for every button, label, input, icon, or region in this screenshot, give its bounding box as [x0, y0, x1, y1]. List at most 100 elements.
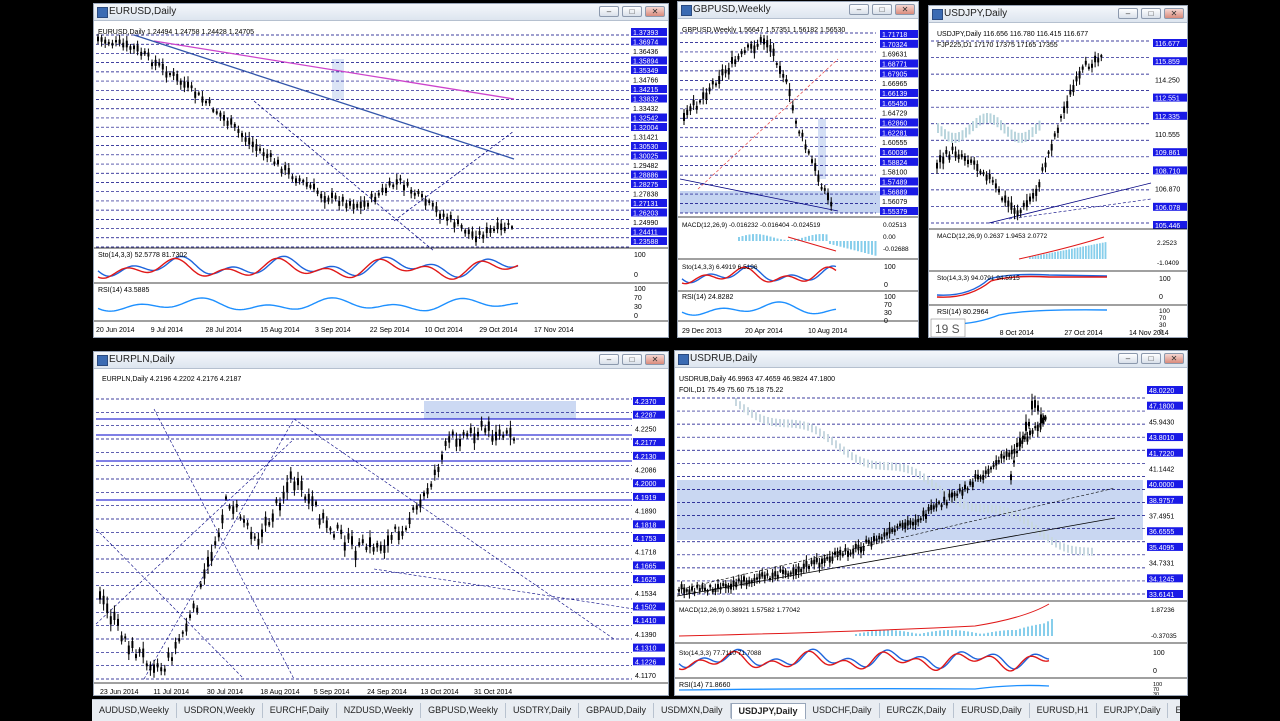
candle-body — [467, 229, 470, 235]
candle-body — [1097, 58, 1100, 63]
chart-area[interactable]: EURPLN,Daily 4.2196 4.2202 4.2176 4.2187… — [94, 369, 668, 695]
eurusd-chart-window[interactable]: EURUSD,Daily – □ ✕ EURUSD,Daily 1.24494 … — [93, 3, 669, 338]
macd-histogram-bar — [1015, 630, 1017, 636]
candle-body — [798, 131, 801, 134]
macd-histogram-bar — [995, 631, 997, 636]
price-label: 1.34215 — [633, 87, 658, 94]
price-label: 1.58100 — [882, 170, 907, 177]
chart-tab[interactable]: USDCHF,Daily — [806, 703, 880, 718]
chart-area[interactable]: USDRUB,Daily 46.9963 47.4659 46.9824 47.… — [675, 368, 1187, 695]
maximize-button[interactable]: □ — [622, 6, 642, 17]
close-button[interactable]: ✕ — [645, 354, 665, 365]
chart-tab[interactable]: E — [1168, 703, 1180, 718]
chart-icon — [678, 354, 689, 365]
chart-area[interactable]: EURUSD,Daily 1.24494 1.24758 1.24428 1.2… — [94, 21, 668, 337]
price-label: 1.34766 — [633, 78, 658, 85]
eurusd-chart[interactable]: EURUSD,Daily 1.24494 1.24758 1.24428 1.2… — [94, 21, 669, 338]
gbpusd-chart[interactable]: GBPUSD,Weekly 1.56647 1.57351 1.56182 1.… — [678, 19, 919, 338]
close-button[interactable]: ✕ — [895, 4, 915, 15]
chart-tab[interactable]: NZDUSD,Weekly — [337, 703, 422, 718]
overlay-candle — [891, 462, 893, 471]
candle-body — [334, 195, 337, 200]
price-label: 4.2177 — [635, 440, 657, 447]
chart-tab[interactable]: EURCHF,Daily — [263, 703, 337, 718]
chart-tab[interactable]: EURCZK,Daily — [880, 703, 955, 718]
chart-tab[interactable]: USDJPY,Daily — [730, 702, 806, 719]
window-titlebar[interactable]: USDRUB,Daily – □ ✕ — [675, 351, 1187, 368]
maximize-button[interactable]: □ — [1141, 353, 1161, 364]
macd-histogram-bar — [811, 235, 814, 241]
usdjpy-chart-window[interactable]: USDJPY,Daily – □ ✕ USDJPY,Daily 116.656 … — [928, 5, 1188, 338]
chart-tab[interactable]: GBPAUD,Daily — [579, 703, 654, 718]
chart-tab[interactable]: USDTRY,Daily — [506, 703, 580, 718]
candle-body — [893, 529, 896, 533]
candle-body — [785, 78, 788, 83]
candle-body — [226, 120, 229, 126]
close-button[interactable]: ✕ — [645, 6, 665, 17]
minimize-button[interactable]: – — [599, 6, 619, 17]
gbpusd-chart-window[interactable]: GBPUSD,Weekly – □ ✕ GBPUSD,Weekly 1.5664… — [677, 1, 919, 338]
candle-body — [171, 657, 173, 661]
chart-tab-bar[interactable]: AUDUSD,Weekly USDRON,Weekly EURCHF,Daily NZ… — [92, 699, 1180, 721]
chart-tab[interactable]: AUDUSD,Weekly — [92, 703, 177, 718]
maximize-button[interactable]: □ — [622, 354, 642, 365]
candle-body — [805, 560, 808, 567]
maximize-button[interactable]: □ — [1141, 8, 1161, 19]
chart-area[interactable]: USDJPY,Daily 116.656 116.780 116.415 116… — [929, 23, 1187, 337]
candle-body — [904, 522, 907, 529]
candle-body — [174, 641, 177, 649]
candle-body — [381, 187, 384, 193]
candle-body — [852, 548, 855, 554]
candle-body — [732, 580, 735, 587]
candle-body — [899, 523, 901, 527]
window-titlebar[interactable]: EURPLN,Daily – □ ✕ — [94, 352, 668, 369]
price-label: 4.2130 — [635, 454, 657, 461]
macd-histogram-bar — [863, 632, 865, 636]
overlay-candle — [1059, 541, 1061, 550]
chart-tab[interactable]: EURUSD,H1 — [1030, 703, 1097, 718]
candle-body — [954, 151, 957, 158]
window-titlebar[interactable]: USDJPY,Daily – □ ✕ — [929, 6, 1187, 23]
usdjpy-chart[interactable]: USDJPY,Daily 116.656 116.780 116.415 116… — [929, 23, 1188, 338]
eurpln-chart-window[interactable]: EURPLN,Daily – □ ✕ EURPLN,Daily 4.2196 4… — [93, 351, 669, 696]
minimize-button[interactable]: – — [1118, 8, 1138, 19]
chart-tab[interactable]: USDRON,Weekly — [177, 703, 263, 718]
overlay-candle — [937, 123, 939, 133]
window-titlebar[interactable]: GBPUSD,Weekly – □ ✕ — [678, 2, 918, 19]
chart-area[interactable]: GBPUSD,Weekly 1.56647 1.57351 1.56182 1.… — [678, 19, 918, 337]
macd-histogram-bar — [859, 633, 861, 636]
window-titlebar[interactable]: EURUSD,Daily – □ ✕ — [94, 4, 668, 21]
price-label: 1.69631 — [882, 52, 907, 59]
rsi-scale: 30 — [634, 304, 642, 311]
price-label: 1.26203 — [633, 211, 658, 218]
usdrub-chart-window[interactable]: USDRUB,Daily – □ ✕ USDRUB,Daily 46.9963 … — [674, 350, 1188, 696]
candle-body — [243, 519, 245, 523]
chart-tab[interactable]: EURJPY,Daily — [1097, 703, 1169, 718]
window-title: USDJPY,Daily — [944, 8, 1008, 19]
candle-body — [702, 92, 705, 99]
overlay-candle — [1047, 534, 1049, 543]
chart-tab[interactable]: EURUSD,Daily — [954, 703, 1030, 718]
overlay-candle — [995, 505, 997, 514]
candle-body — [149, 664, 152, 671]
price-label: 1.58824 — [882, 160, 907, 167]
candle-body — [264, 516, 267, 526]
close-button[interactable]: ✕ — [1164, 353, 1184, 364]
overlay-candle — [1023, 515, 1025, 524]
close-button[interactable]: ✕ — [1164, 8, 1184, 19]
maximize-button[interactable]: □ — [872, 4, 892, 15]
minimize-button[interactable]: – — [599, 354, 619, 365]
usdrub-chart[interactable]: USDRUB,Daily 46.9963 47.4659 46.9824 47.… — [675, 368, 1188, 696]
date-tick-label: 13 Oct 2014 — [421, 689, 459, 696]
date-tick-label: 22 Sep 2014 — [370, 327, 410, 334]
chart-tab[interactable]: USDMXN,Daily — [654, 703, 731, 718]
minimize-button[interactable]: – — [1118, 353, 1138, 364]
candle-body — [451, 431, 454, 435]
minimize-button[interactable]: – — [849, 4, 869, 15]
candle-body — [313, 183, 315, 190]
overlay-candle — [879, 461, 881, 470]
candle-body — [327, 197, 330, 202]
eurpln-chart[interactable]: EURPLN,Daily 4.2196 4.2202 4.2176 4.2187… — [94, 369, 669, 696]
chart-tab[interactable]: GBPUSD,Weekly — [421, 703, 506, 718]
candle-body — [214, 541, 217, 546]
